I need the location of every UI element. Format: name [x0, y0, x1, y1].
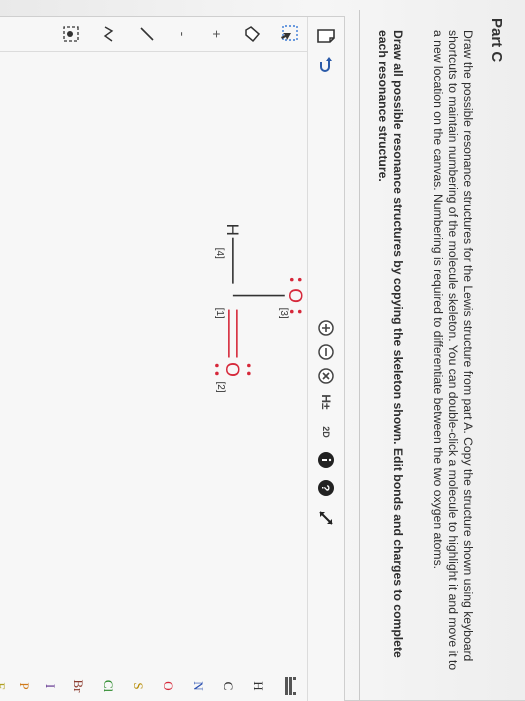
- atom-oxygen[interactable]: O: [284, 288, 305, 303]
- remove-charge-icon[interactable]: [315, 365, 337, 387]
- fullscreen-icon[interactable]: [315, 507, 337, 529]
- atom-number: [1]: [214, 308, 225, 319]
- atom-h[interactable]: H: [223, 224, 242, 236]
- lone-pair-dot: [215, 372, 219, 376]
- atom-button-cl[interactable]: Cl: [100, 671, 116, 701]
- info-icon[interactable]: [315, 449, 337, 471]
- atom-button-n[interactable]: N: [190, 671, 206, 701]
- lone-pair-dot: [290, 278, 294, 282]
- atom-button-h[interactable]: H: [250, 671, 266, 701]
- plus-icon[interactable]: +: [206, 23, 228, 45]
- part-title: Part C: [488, 18, 505, 62]
- editor-toolbar: H± 2D ?: [307, 17, 344, 701]
- atom-oxygen[interactable]: O: [221, 362, 242, 377]
- periodic-table-icon[interactable]: [280, 671, 298, 701]
- lone-pair-dot: [298, 310, 302, 314]
- svg-text:?: ?: [319, 485, 331, 492]
- atom-button-s[interactable]: S: [130, 671, 146, 701]
- drawing-editor: H± 2D ? + -: [0, 16, 345, 701]
- help-icon[interactable]: ?: [315, 477, 337, 499]
- lone-pair-dot: [247, 364, 251, 368]
- instruction-paragraph-bold: Draw all possible resonance structures b…: [375, 30, 405, 680]
- left-toolbar: + -: [0, 17, 308, 52]
- atom-button-i[interactable]: I: [42, 671, 58, 701]
- lone-pair-dot: [247, 372, 251, 376]
- chain-icon[interactable]: [98, 23, 120, 45]
- new-document-icon[interactable]: [315, 25, 337, 47]
- atom-number: [2]: [215, 381, 226, 392]
- eraser-icon[interactable]: [242, 23, 264, 45]
- lone-pair-dot: [215, 364, 219, 368]
- undo-icon[interactable]: [315, 53, 337, 75]
- lone-pair-dot: [290, 310, 294, 314]
- lone-pair-dot: [298, 278, 302, 282]
- positive-charge-icon[interactable]: [315, 317, 337, 339]
- atom-button-f[interactable]: F: [0, 671, 8, 701]
- instruction-paragraph: Draw the possible resonance structures f…: [430, 30, 475, 680]
- minus-icon[interactable]: -: [172, 23, 194, 45]
- rotated-page: Part C Draw the possible resonance struc…: [0, 0, 525, 700]
- atom-number: [3]: [278, 308, 289, 319]
- drawing-canvas[interactable]: H [4] [1] O [3] O [2]: [0, 52, 307, 671]
- atom-number: [4]: [214, 248, 225, 259]
- atom-button-c[interactable]: C: [220, 671, 236, 701]
- select-icon[interactable]: [278, 23, 300, 45]
- template-icon[interactable]: [60, 23, 82, 45]
- lone-pair-icon[interactable]: 2D: [315, 421, 337, 443]
- explicit-hydrogen-icon[interactable]: H±: [315, 391, 337, 413]
- divider: [359, 10, 360, 700]
- single-bond-icon[interactable]: [136, 23, 158, 45]
- atom-palette: H C N O S Cl Br I P F: [0, 671, 308, 701]
- negative-charge-icon[interactable]: [315, 341, 337, 363]
- atom-button-p[interactable]: P: [16, 671, 32, 701]
- atom-button-br[interactable]: Br: [70, 671, 86, 701]
- atom-button-o[interactable]: O: [160, 671, 176, 701]
